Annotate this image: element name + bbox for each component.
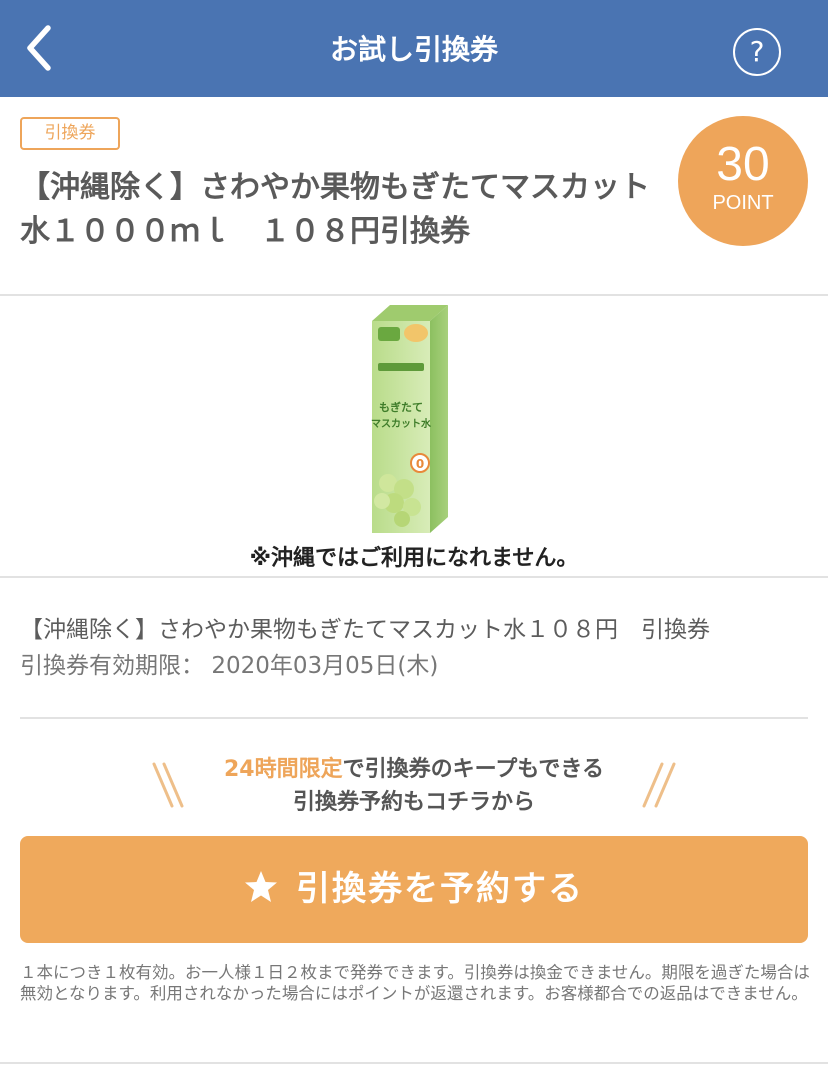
page-title: お試し引換券: [329, 33, 498, 66]
keep-promo-line1: 24時間限定で引換券のキープもできる: [0, 754, 828, 786]
coupon-type-badge: 引換券: [20, 117, 120, 150]
points-unit: POINT: [712, 192, 774, 214]
keep-promo-line1-rest: で引換券のキープもできる: [342, 757, 604, 782]
points-badge: 30 POINT: [678, 116, 808, 246]
app-header: お試し引換券 ?: [0, 0, 828, 97]
divider-bottom: [0, 1062, 828, 1064]
coupon-title: 【沖縄除く】さわやか果物もぎたてマスカット水１０００ｍｌ １０８円引換券: [20, 170, 650, 249]
points-value: 30: [716, 138, 770, 191]
chevron-left-icon: [27, 25, 51, 71]
expiry-label: 引換券有効期限：: [20, 653, 204, 679]
coupon-expiry: 引換券有効期限： 2020年03月05日(木): [20, 648, 438, 684]
back-button[interactable]: [18, 22, 66, 74]
reserve-button-label: 引換券を予約する: [296, 869, 584, 909]
availability-note: ※沖縄ではご利用になれません。: [249, 546, 579, 571]
svg-text:0: 0: [416, 457, 424, 471]
expiry-date: 2020年03月05日(木): [211, 653, 439, 679]
reserve-button-content: 引換券を予約する: [20, 836, 808, 943]
product-image: もぎたて マスカット水 0: [371, 305, 448, 533]
svg-text:マスカット水: マスカット水: [371, 417, 432, 430]
terms-notes: １本につき１枚有効。お一人様１日２枚まで発券できます。引換券は換金できません。期…: [20, 963, 810, 1003]
coupon-detail-name: 【沖縄除く】さわやか果物もぎたてマスカット水１０８円 引換券: [20, 617, 710, 643]
reserve-coupon-button[interactable]: 引換券を予約する: [20, 836, 808, 943]
keep-promo-line2: 引換券予約もコチラから: [292, 790, 535, 815]
decorative-slash-right-icon: [642, 762, 676, 808]
keep-promo-highlight: 24時間限定: [224, 757, 343, 782]
star-icon: [245, 871, 277, 902]
divider-detail: [20, 717, 808, 719]
svg-text:もぎたて: もぎたて: [379, 400, 423, 414]
help-button[interactable]: ?: [733, 28, 781, 76]
divider-top: [0, 294, 828, 296]
help-icon: ?: [749, 35, 765, 68]
divider-image: [0, 576, 828, 578]
